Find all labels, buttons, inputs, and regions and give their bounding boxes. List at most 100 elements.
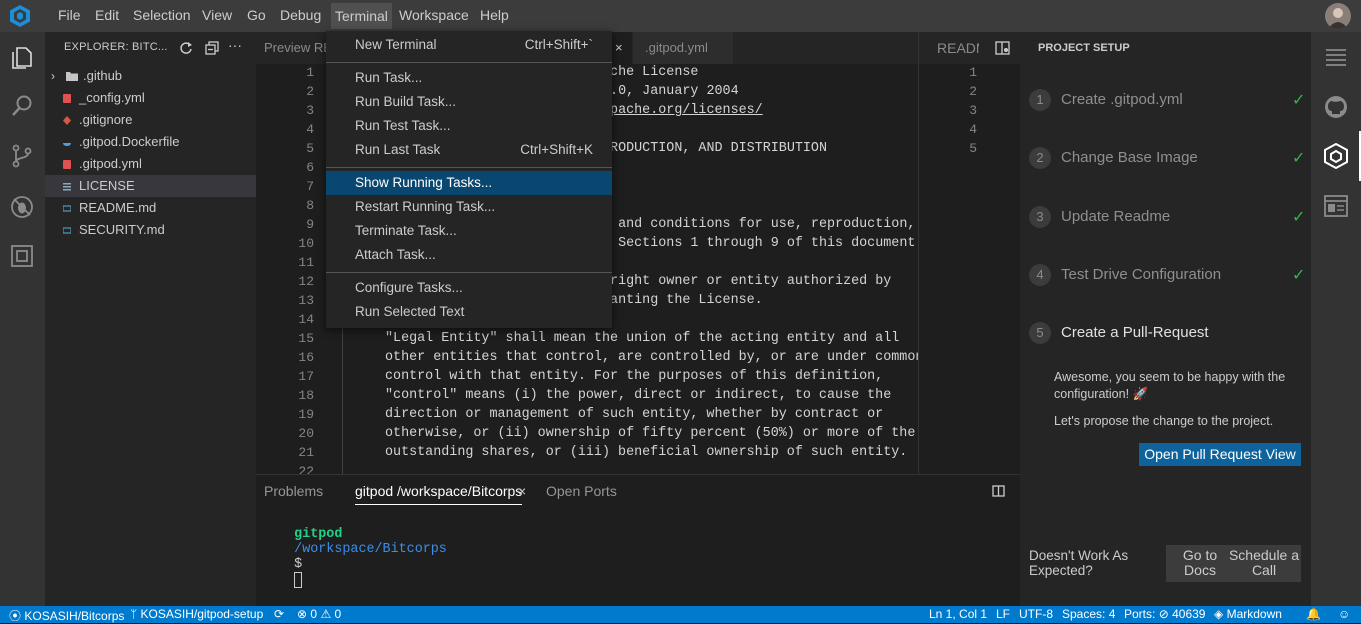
checkmark-icon: ✓ xyxy=(1292,92,1306,109)
menu-run-selected-text[interactable]: Run Selected Text xyxy=(326,300,612,324)
ports-status[interactable]: Ports: ⊘ 40639 xyxy=(1124,607,1205,621)
menu-label: Run Test Task... xyxy=(355,118,451,133)
tree-item-readme[interactable]: README.md xyxy=(45,197,256,219)
menu-label: Run Last Task xyxy=(355,142,441,157)
tree-item-gitignore[interactable]: .gitignore xyxy=(45,109,256,131)
problems-status[interactable]: ⊗ 0 ⚠ 0 xyxy=(297,607,341,621)
github-icon[interactable] xyxy=(1323,94,1349,120)
line-number: 4 xyxy=(969,122,977,137)
tree-item-gitpod-yml[interactable]: .gitpod.yml xyxy=(45,153,256,175)
menu-run-last-task[interactable]: Run Last Task Ctrl+Shift+K xyxy=(326,138,612,162)
explorer-files-icon[interactable] xyxy=(8,44,36,72)
menu-run-test-task[interactable]: Run Test Task... xyxy=(326,114,612,138)
setup-step[interactable]: 4 Test Drive Configuration ✓ xyxy=(1029,264,1314,288)
eol-status[interactable]: LF xyxy=(996,607,1010,621)
terminal-prompt[interactable]: gitpod /workspace/Bitcorps $ xyxy=(262,512,447,604)
feedback-icon[interactable]: ☺ xyxy=(1338,607,1350,621)
schedule-call-button[interactable]: Schedule a Call xyxy=(1227,545,1301,582)
menu-bar: File Edit Selection View Go Debug Termin… xyxy=(0,0,1361,32)
folder-icon xyxy=(66,72,78,81)
repo-status[interactable]: ⦿ KOSASIH/Bitcorps xyxy=(9,607,124,624)
line-number: 14 xyxy=(298,312,314,327)
outline-list-icon[interactable] xyxy=(1323,44,1349,70)
open-preview-icon[interactable] xyxy=(995,41,1010,55)
gitpod-setup-icon[interactable] xyxy=(1323,143,1349,169)
setup-step[interactable]: 2 Change Base Image ✓ xyxy=(1029,147,1314,171)
refresh-icon[interactable] xyxy=(179,41,193,55)
tree-item-label: README.md xyxy=(79,200,157,215)
tree-item-security[interactable]: SECURITY.md xyxy=(45,219,256,241)
extensions-icon[interactable] xyxy=(8,242,36,270)
code-line: 2.0, January 2004 xyxy=(602,84,739,99)
close-icon[interactable]: × xyxy=(518,483,526,499)
tree-item-dockerfile[interactable]: .gitpod.Dockerfile xyxy=(45,131,256,153)
source-control-icon[interactable] xyxy=(8,142,36,170)
notification-bell-icon[interactable]: 🔔 xyxy=(1306,607,1321,621)
tab-terminal[interactable]: gitpod /workspace/Bitcorps xyxy=(355,483,523,505)
code-line: yright owner or entity authorized by xyxy=(602,274,892,289)
tree-item-license[interactable]: LICENSE xyxy=(45,175,256,197)
menu-selection[interactable]: Selection xyxy=(133,7,191,25)
menu-help[interactable]: Help xyxy=(480,7,509,25)
sync-icon[interactable]: ⟳ xyxy=(274,607,284,621)
indentation-status[interactable]: Spaces: 4 xyxy=(1062,607,1115,621)
line-number: 21 xyxy=(298,445,314,460)
tab-preview-readme[interactable]: Preview RE xyxy=(256,32,326,64)
menu-terminal[interactable]: Terminal xyxy=(331,3,392,29)
debug-icon[interactable] xyxy=(8,193,36,221)
menu-terminate-task[interactable]: Terminate Task... xyxy=(326,219,612,243)
line-number: 7 xyxy=(306,179,314,194)
menu-go[interactable]: Go xyxy=(247,7,266,25)
line-number: 20 xyxy=(298,426,314,441)
close-icon[interactable]: × xyxy=(615,32,623,64)
menu-edit[interactable]: Edit xyxy=(95,7,119,25)
go-to-docs-button[interactable]: Go to Docs xyxy=(1166,545,1234,582)
step-number: 3 xyxy=(1029,206,1051,228)
browser-preview-icon[interactable] xyxy=(1323,193,1349,219)
avatar[interactable] xyxy=(1325,3,1351,29)
menu-configure-tasks[interactable]: Configure Tasks... xyxy=(326,276,612,300)
encoding-status[interactable]: UTF-8 xyxy=(1019,607,1053,621)
menu-restart-running-task[interactable]: Restart Running Task... xyxy=(326,195,612,219)
open-pull-request-button[interactable]: Open Pull Request View xyxy=(1139,443,1301,466)
tab-readme[interactable]: README xyxy=(937,40,979,56)
search-icon[interactable] xyxy=(8,92,36,120)
tab-open-ports[interactable]: Open Ports xyxy=(546,483,617,499)
line-number: 2 xyxy=(969,84,977,99)
menu-new-terminal[interactable]: New Terminal Ctrl+Shift+` xyxy=(326,33,612,57)
tree-item-label: .gitignore xyxy=(79,112,133,127)
menu-run-task[interactable]: Run Task... xyxy=(326,66,612,90)
line-number: 19 xyxy=(298,407,314,422)
setup-step[interactable]: 1 Create .gitpod.yml ✓ xyxy=(1029,89,1314,113)
language-status[interactable]: ◈ Markdown xyxy=(1214,607,1282,621)
menu-file[interactable]: File xyxy=(58,7,81,25)
tab-gitpod-yml[interactable]: .gitpod.yml xyxy=(633,32,733,64)
menu-view[interactable]: View xyxy=(202,7,232,25)
menu-attach-task[interactable]: Attach Task... xyxy=(326,243,612,267)
tab-license[interactable]: × xyxy=(612,32,632,64)
tree-item-github[interactable]: › .github xyxy=(45,65,256,87)
user-avatar-icon xyxy=(1328,8,1348,29)
tab-problems[interactable]: Problems xyxy=(264,483,323,499)
yaml-file-icon xyxy=(63,160,71,169)
code-line: "Legal Entity" shall mean the union of t… xyxy=(385,331,900,346)
menu-debug[interactable]: Debug xyxy=(280,7,321,25)
docker-icon xyxy=(63,143,71,146)
setup-step[interactable]: 5 Create a Pull-Request xyxy=(1029,322,1314,346)
tree-item-config-yml[interactable]: _config.yml xyxy=(45,87,256,109)
readme-editor[interactable]: README 1 2 3 4 5 xyxy=(918,32,1020,474)
menu-divider xyxy=(326,272,612,273)
cursor-position[interactable]: Ln 1, Col 1 xyxy=(929,607,987,621)
tree-item-label: SECURITY.md xyxy=(79,222,165,237)
split-panel-icon[interactable] xyxy=(992,485,1005,497)
branch-status[interactable]: ᛘ KOSASIH/gitpod-setup xyxy=(130,607,263,621)
menu-run-build-task[interactable]: Run Build Task... xyxy=(326,90,612,114)
error-count: 0 xyxy=(310,607,318,621)
collapse-all-icon[interactable] xyxy=(205,41,219,55)
menu-workspace[interactable]: Workspace xyxy=(399,7,469,25)
menu-show-running-tasks[interactable]: Show Running Tasks... xyxy=(326,171,612,195)
setup-step[interactable]: 3 Update Readme ✓ xyxy=(1029,206,1314,230)
more-actions-icon[interactable]: ··· xyxy=(228,37,242,53)
menu-shortcut: Ctrl+Shift+` xyxy=(524,37,593,52)
menu-label: Attach Task... xyxy=(355,247,436,262)
